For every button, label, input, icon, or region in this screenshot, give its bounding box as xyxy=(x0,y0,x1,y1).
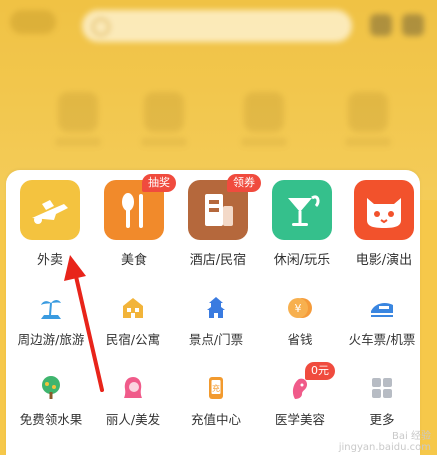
nearby-travel-label: 周边游/旅游 xyxy=(17,332,85,347)
coupon-badge: 领券 xyxy=(227,174,261,192)
takeout-tile[interactable] xyxy=(20,180,80,240)
food-label: 美食 xyxy=(120,253,147,268)
more-label: 更多 xyxy=(369,412,395,427)
attractions-label: 景点/门票 xyxy=(188,332,244,347)
watermark: Bai 经验 jingyan.baidu.com xyxy=(339,427,431,453)
yuan-coin-icon: ¥ xyxy=(288,298,312,318)
phone-charge-icon: 充 xyxy=(209,377,223,399)
cocktail-icon xyxy=(272,180,332,240)
svg-text:充: 充 xyxy=(212,383,220,393)
fruit-tree-icon xyxy=(42,376,60,399)
category-chip-icon[interactable] xyxy=(244,92,284,132)
leisure-label: 休闲/玩乐 xyxy=(273,253,331,268)
homestay-label: 民宿/公寓 xyxy=(105,332,161,347)
search-bar[interactable] xyxy=(82,10,352,42)
movie-tile[interactable] xyxy=(354,180,414,240)
city-logo[interactable] xyxy=(10,10,56,34)
free-fruit-label: 免费领水果 xyxy=(19,412,83,427)
cat-face-icon xyxy=(354,180,414,240)
message-icon[interactable] xyxy=(402,14,424,36)
pagoda-icon xyxy=(207,297,225,318)
beauty-hair-label: 丽人/美发 xyxy=(105,412,161,427)
category-chip-label xyxy=(55,138,101,146)
category-chip-icon[interactable] xyxy=(144,92,184,132)
recharge-label: 充值中心 xyxy=(190,412,241,427)
hair-woman-icon xyxy=(124,377,142,398)
palm-tree-icon xyxy=(41,300,61,319)
train-icon xyxy=(371,303,393,317)
watermark-line1: Bai 经验 xyxy=(392,431,431,442)
svg-text:¥: ¥ xyxy=(295,302,302,315)
category-chip-icon[interactable] xyxy=(348,92,388,132)
takeout-label: 外卖 xyxy=(36,253,63,268)
category-chip-label xyxy=(241,138,287,146)
free-badge: 0元 xyxy=(305,362,335,380)
house-icon xyxy=(123,298,143,318)
train-ticket-label: 火车票/机票 xyxy=(348,332,416,347)
category-chip-icon[interactable] xyxy=(58,92,98,132)
category-chip-label xyxy=(141,138,187,146)
search-icon xyxy=(92,18,110,36)
hotel-label: 酒店/民宿 xyxy=(189,253,247,268)
movie-label: 电影/演出 xyxy=(355,253,413,268)
leisure-tile[interactable] xyxy=(272,180,332,240)
scan-icon[interactable] xyxy=(370,14,392,36)
watermark-line2: jingyan.baidu.com xyxy=(338,442,431,453)
grid-more-icon xyxy=(372,378,392,398)
medical-beauty-label: 医学美容 xyxy=(274,412,325,427)
save-money-label: 省钱 xyxy=(287,332,313,347)
lottery-badge: 抽奖 xyxy=(142,174,176,192)
category-chip-label xyxy=(345,138,391,146)
scooter-icon xyxy=(20,180,80,240)
